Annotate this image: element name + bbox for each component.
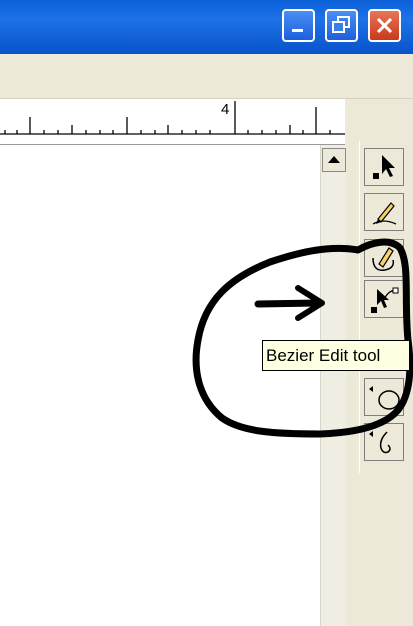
horizontal-ruler: 4 — [0, 99, 345, 145]
scroll-up-button[interactable] — [322, 148, 346, 172]
node-edit-icon — [371, 287, 399, 313]
spiral-tool-button[interactable] — [364, 423, 404, 461]
pencil-icon — [372, 202, 397, 225]
maximize-icon — [332, 16, 350, 33]
ellipse-tool-button[interactable] — [364, 378, 404, 416]
drawing-canvas[interactable] — [0, 145, 320, 626]
minimize-icon — [292, 29, 303, 32]
title-bar — [0, 0, 413, 54]
bezier-edit-tool-button[interactable] — [364, 280, 404, 318]
artistic-media-tool-button[interactable] — [364, 239, 404, 277]
spiral-icon — [369, 431, 391, 454]
ellipse-icon — [369, 386, 400, 410]
minimize-button[interactable] — [282, 9, 315, 42]
tooltip: Bezier Edit tool — [262, 340, 410, 371]
close-icon — [376, 17, 393, 34]
vertical-scrollbar[interactable] — [320, 145, 346, 626]
maximize-button[interactable] — [325, 9, 358, 42]
ruler-label: 4 — [221, 101, 230, 118]
close-button[interactable] — [368, 9, 401, 42]
pick-tool-button[interactable] — [364, 148, 404, 186]
freehand-tool-button[interactable] — [364, 193, 404, 231]
menu-bar — [0, 54, 413, 99]
arrow-pointer-icon — [373, 155, 395, 179]
ruler-ticks — [0, 101, 345, 135]
pen-curve-icon — [372, 247, 395, 271]
